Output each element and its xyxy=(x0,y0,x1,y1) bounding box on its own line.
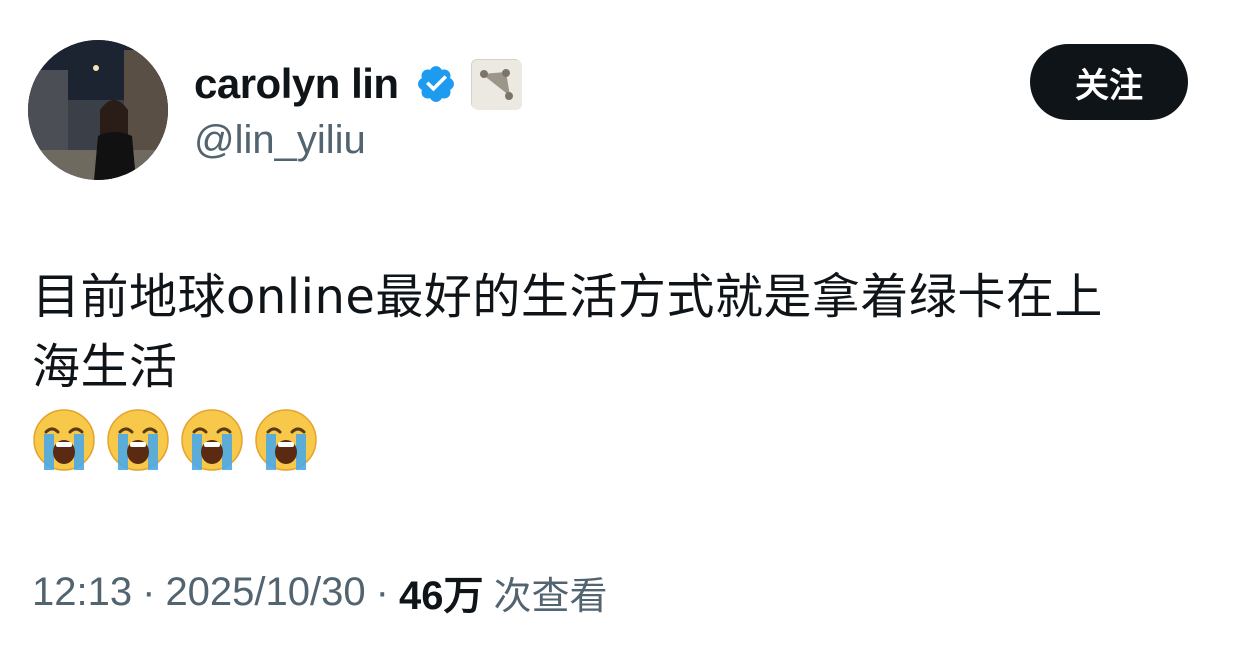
loudly-crying-face-icon xyxy=(33,409,95,471)
tweet-emoji-row xyxy=(32,408,318,474)
tweet-card: carolyn lin @lin_yiliu 关注 目前地球online最好的生… xyxy=(0,0,1242,658)
tweet-text-line: 海生活 xyxy=(32,339,178,395)
tweet-meta: 12:13 · 2025/10/30 · 46万 次查看 xyxy=(32,562,607,622)
verified-badge-icon[interactable] xyxy=(415,63,457,105)
views-label: 次查看 xyxy=(493,573,608,618)
avatar-photo xyxy=(28,40,168,180)
meta-separator: · xyxy=(142,569,156,614)
author-handle[interactable]: @lin_yiliu xyxy=(194,118,366,163)
loudly-crying-face-icon xyxy=(107,409,169,471)
affiliate-badge-icon[interactable] xyxy=(470,59,522,110)
views-count: 46万 xyxy=(398,574,484,618)
tweet-text-line: 目前地球online最好的生活方式就是拿着绿卡在上 xyxy=(32,269,1103,325)
loudly-crying-face-icon xyxy=(181,409,243,471)
tweet-text: 目前地球online最好的生活方式就是拿着绿卡在上 海生活 xyxy=(32,262,1212,402)
follow-button[interactable]: 关注 xyxy=(1030,44,1188,120)
author-display-name[interactable]: carolyn lin xyxy=(194,60,399,108)
avatar[interactable] xyxy=(28,40,168,180)
meta-separator: · xyxy=(375,569,389,614)
tweet-time[interactable]: 12:13 xyxy=(32,570,132,615)
affiliate-badge-graphic xyxy=(471,60,522,110)
author-name-row: carolyn lin xyxy=(194,54,522,114)
tweet-date[interactable]: 2025/10/30 xyxy=(165,570,365,615)
loudly-crying-face-icon xyxy=(255,409,317,471)
